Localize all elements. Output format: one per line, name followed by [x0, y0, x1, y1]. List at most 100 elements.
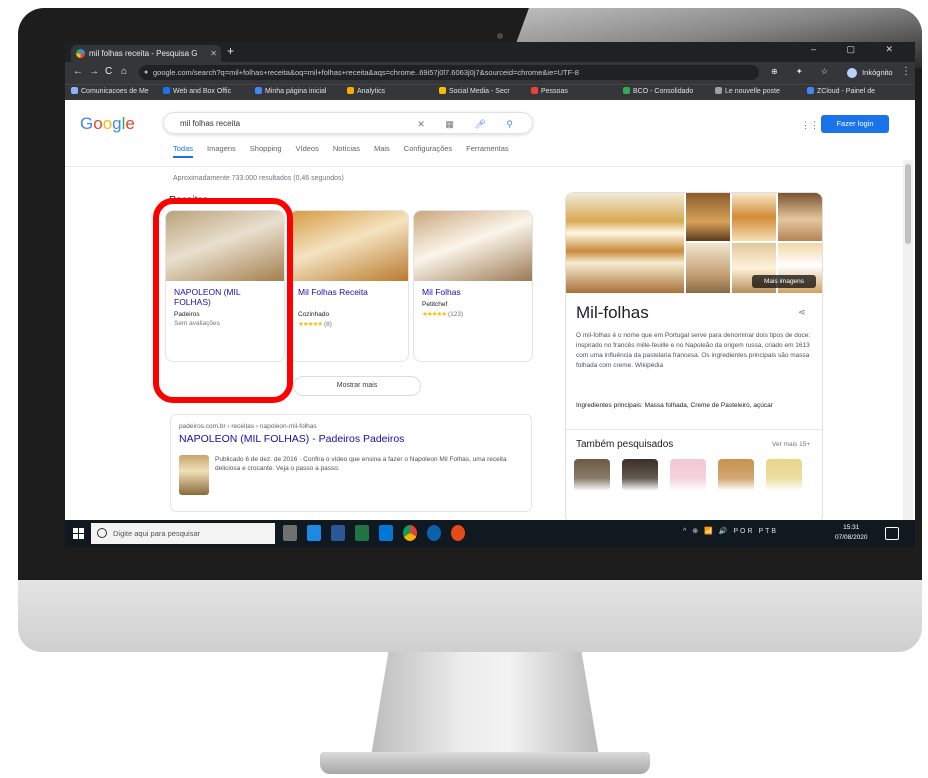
google-results-page: Google mil folhas receita ✕ ▦ 🎤︎ ⚲ ⋮⋮ Fa… — [65, 100, 915, 547]
bookmark-label: ZCloud - Painel de — [817, 88, 875, 95]
taskbar-clock[interactable]: 15:31 07/08/2020 — [835, 523, 868, 543]
knowledge-image[interactable] — [686, 193, 730, 241]
bookmark-item[interactable]: Comunicacoes de Me — [71, 87, 149, 95]
tab-mais[interactable]: Mais — [374, 144, 390, 153]
result-url[interactable]: padeiros.com.br › receitas › napoleon-mi… — [179, 423, 317, 430]
taskbar-app-icon[interactable] — [379, 525, 393, 541]
search-query: mil folhas receita — [180, 119, 241, 128]
system-tray[interactable]: ^ ⊕ 📶 🔊 POR PTB — [683, 527, 778, 535]
tab-notícias[interactable]: Notícias — [333, 144, 360, 153]
knowledge-image[interactable] — [686, 243, 730, 293]
taskbar-search-input[interactable]: Digite aqui para pesquisar — [91, 523, 275, 544]
search-input[interactable]: mil folhas receita ✕ ▦ 🎤︎ ⚲ — [163, 112, 533, 134]
sign-in-button[interactable]: Fazer login — [821, 115, 889, 133]
result-thumbnail[interactable] — [179, 455, 209, 495]
forward-button[interactable]: → — [89, 66, 99, 77]
knowledge-image[interactable] — [778, 193, 822, 241]
taskbar-app-icon[interactable] — [283, 525, 297, 541]
avatar-icon — [847, 68, 857, 79]
bookmark-label: Analytics — [357, 88, 386, 95]
back-button[interactable]: ← — [73, 66, 83, 77]
browser-toolbar: ← → C ⌂ ● google.com/search?q=mil+folhas… — [65, 62, 915, 84]
search-icon[interactable]: ⚲ — [506, 119, 522, 129]
notification-icon[interactable] — [885, 527, 899, 540]
window-controls[interactable]: – ▢ ✕ — [811, 44, 907, 55]
browser-tab[interactable]: mil folhas receita - Pesquisa G ✕ — [71, 45, 221, 62]
reload-button[interactable]: C — [105, 66, 112, 77]
page-scrollbar[interactable] — [903, 160, 913, 547]
bookmark-item[interactable]: Analytics — [347, 87, 385, 95]
bookmark-item[interactable]: Le nouvelle poste — [715, 87, 780, 95]
taskbar-app-icon[interactable] — [451, 525, 465, 541]
recipe-card[interactable]: Mil Folhas Receita Cozinhado ★★★★★ (8) — [289, 210, 409, 362]
share-icon[interactable]: ⋖ — [798, 307, 806, 318]
recipe-image[interactable] — [414, 211, 532, 281]
taskbar-app-icon[interactable] — [403, 525, 417, 541]
logo-letter: o — [102, 114, 113, 133]
taskbar-app-icon[interactable] — [427, 525, 441, 541]
search-result: padeiros.com.br › receitas › napoleon-mi… — [170, 414, 532, 512]
google-logo[interactable]: Google — [80, 114, 135, 134]
tab-ferramentas[interactable]: Ferramentas — [466, 144, 509, 153]
toolbar-extension-icons[interactable]: ⊕ ✦ ☆ — [771, 67, 836, 76]
address-bar[interactable]: ● google.com/search?q=mil+folhas+receita… — [139, 65, 759, 80]
related-thumbnail[interactable] — [622, 459, 658, 491]
bookmark-item[interactable]: ZCloud - Painel de — [807, 87, 875, 95]
knowledge-main-image[interactable] — [566, 193, 684, 293]
bookmark-label: Pessoas — [541, 88, 568, 95]
red-highlight-box — [153, 198, 293, 403]
recipe-source: Petitchef — [422, 301, 448, 308]
tab-configurações[interactable]: Configurações — [404, 144, 452, 153]
logo-letter: g — [112, 114, 122, 133]
tab-imagens[interactable]: Imagens — [207, 144, 236, 153]
new-tab-button[interactable]: + — [227, 44, 234, 58]
bookmark-favicon-icon — [439, 87, 446, 94]
bookmarks-bar: Comunicacoes de Me Web and Box Offic Minha… — [65, 84, 915, 101]
browser-menu-icon[interactable]: ⋮ — [901, 66, 911, 77]
recipe-card[interactable]: Mil Folhas Petitchef ★★★★★ (123) — [413, 210, 533, 362]
bookmark-item[interactable]: Pessoas — [531, 87, 568, 95]
tab-vídeos[interactable]: Vídeos — [296, 144, 319, 153]
bookmark-item[interactable]: Web and Box Offic — [163, 87, 231, 95]
profile-button[interactable]: Inkógnito — [847, 65, 893, 80]
clock-date: 07/08/2020 — [835, 534, 868, 541]
also-searched-more-link[interactable]: Ver mais 15+ — [772, 441, 810, 448]
recipe-meta: (8) — [323, 321, 332, 328]
rating-stars-icon: ★★★★★ — [298, 321, 323, 328]
keyboard-icon[interactable]: ▦ — [445, 119, 463, 129]
related-thumbnail[interactable] — [718, 459, 754, 491]
microphone-icon[interactable]: 🎤︎ — [474, 119, 494, 129]
bookmark-item[interactable]: BCO - Consolidado — [623, 87, 693, 95]
apps-grid-icon[interactable]: ⋮⋮ — [801, 120, 819, 131]
bookmark-item[interactable]: Minha página inicial — [255, 87, 326, 95]
bookmark-favicon-icon — [623, 87, 630, 94]
related-thumbnail[interactable] — [766, 459, 802, 491]
taskbar-search-placeholder: Digite aqui para pesquisar — [113, 529, 201, 538]
bookmark-label: Social Media - Secr — [449, 88, 510, 95]
result-title-link[interactable]: NAPOLEON (MIL FOLHAS) - Padeiros Padeiro… — [179, 433, 404, 445]
logo-letter: o — [93, 114, 103, 133]
related-thumbnail[interactable] — [574, 459, 610, 491]
bookmark-item[interactable]: Social Media - Secr — [439, 87, 510, 95]
home-button[interactable]: ⌂ — [121, 66, 127, 77]
tab-todas[interactable]: Todas — [173, 144, 194, 158]
recipe-rating: ★★★★★ (8) — [298, 320, 332, 328]
recipe-rating: ★★★★★ (123) — [422, 310, 463, 318]
taskbar-app-icon[interactable] — [307, 525, 321, 541]
taskbar-app-icon[interactable] — [331, 525, 345, 541]
recipe-title[interactable]: Mil Folhas Receita — [298, 287, 402, 297]
taskbar-app-icon[interactable] — [355, 525, 369, 541]
tab-close-icon[interactable]: ✕ — [210, 45, 217, 62]
more-images-button[interactable]: Mais imagens — [752, 275, 816, 288]
windows-start-icon[interactable] — [73, 528, 84, 539]
recipe-title[interactable]: Mil Folhas — [422, 287, 526, 297]
tab-shopping[interactable]: Shopping — [250, 144, 282, 153]
related-thumbnail[interactable] — [670, 459, 706, 491]
knowledge-image[interactable] — [732, 193, 776, 241]
clear-icon[interactable]: ✕ — [417, 119, 434, 129]
scrollbar-thumb[interactable] — [905, 164, 911, 244]
monitor-chin — [18, 580, 922, 652]
recipe-image[interactable] — [290, 211, 408, 281]
show-more-button[interactable]: Mostrar mais — [293, 376, 421, 396]
webcam — [497, 33, 503, 39]
